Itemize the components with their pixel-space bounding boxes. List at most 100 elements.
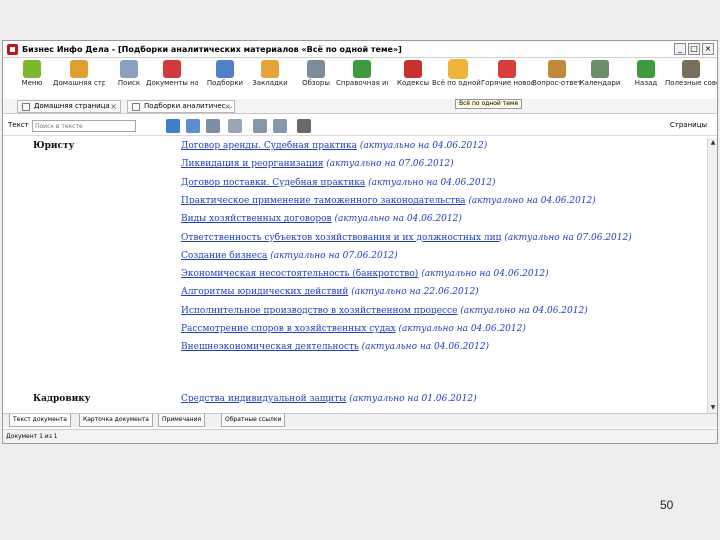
tab-close-icon[interactable]: × <box>110 101 117 112</box>
list-item: Средства индивидуальной защиты (актуальн… <box>181 394 477 404</box>
useful-tips-icon <box>682 60 700 78</box>
scroll-up-icon[interactable]: ▲ <box>709 139 717 147</box>
tab-home[interactable]: Домашняя страница × <box>17 100 121 113</box>
question-answer-icon <box>548 60 566 78</box>
print-icon[interactable] <box>206 119 220 133</box>
tab-backlinks[interactable]: Обратные ссылки <box>221 414 286 427</box>
tab-close-icon[interactable]: × <box>224 101 231 112</box>
documents-control-icon <box>163 60 181 78</box>
document-tabs: Домашняя страница × Подборки аналитичес.… <box>3 99 717 114</box>
list-item: Ликвидация и реорганизация (актуально на… <box>181 159 454 169</box>
toolbar-button-label: Горячие новости <box>481 79 533 87</box>
topic-link[interactable]: Средства индивидуальной защиты <box>181 394 346 404</box>
tab-notes[interactable]: Примечания <box>158 414 206 427</box>
search-bar: Текст Страницы <box>3 116 717 136</box>
toolbar-button-useful-tips[interactable]: Полезные советы <box>665 60 717 87</box>
topic-link[interactable]: Виды хозяйственных договоров <box>181 214 332 224</box>
tab-document-text[interactable]: Текст документа <box>9 414 71 427</box>
maximize-button[interactable]: □ <box>688 43 700 55</box>
actuality-date: (актуально на 07.06.2012) <box>270 250 398 261</box>
topic-link[interactable]: Рассмотрение споров в хозяйственных суда… <box>181 324 396 334</box>
toolbar-button-reference-info[interactable]: Справочная информация <box>336 60 388 87</box>
find-icon[interactable] <box>166 119 180 133</box>
tab-document-card[interactable]: Карточка документа <box>79 414 153 427</box>
reviews-icon <box>307 60 325 78</box>
topic-link[interactable]: Ответственность субъектов хозяйствования… <box>181 233 501 243</box>
category-heading: Кадровику <box>33 393 91 404</box>
actuality-date: (актуально на 04.06.2012) <box>468 195 596 206</box>
app-logo-icon <box>7 43 18 55</box>
topic-link[interactable]: Практическое применение таможенного зако… <box>181 196 466 206</box>
save-icon[interactable] <box>228 119 242 133</box>
main-toolbar: МенюДомашняя страницаПоискДокументы на к… <box>3 58 717 101</box>
home-icon <box>70 60 88 78</box>
toolbar-button-label: Полезные советы <box>665 79 717 87</box>
close-button[interactable]: × <box>702 43 714 55</box>
topic-link[interactable]: Исполнительное производство в хозяйствен… <box>181 306 457 316</box>
actuality-date: (актуально на 04.06.2012) <box>421 269 549 280</box>
actuality-date: (актуально на 04.06.2012) <box>334 214 462 225</box>
tab-label: Домашняя страница <box>34 102 110 110</box>
back-icon <box>637 60 655 78</box>
list-item: Виды хозяйственных договоров (актуально … <box>181 214 462 224</box>
topic-link[interactable]: Создание бизнеса <box>181 251 267 261</box>
actuality-date: (актуально на 07.06.2012) <box>326 159 454 170</box>
actuality-date: (актуально на 22.06.2012) <box>351 287 479 298</box>
toolbar-button-bookmarks[interactable]: Закладки <box>244 60 296 87</box>
calendar-icon <box>591 60 609 78</box>
toolbar-button-calendar[interactable]: Календари <box>574 60 626 87</box>
topic-link[interactable]: Алгоритмы юридических действий <box>181 287 348 297</box>
tab-collections[interactable]: Подборки аналитичес... × <box>127 100 235 113</box>
topic-link[interactable]: Договор аренды. Судебная практика <box>181 141 357 151</box>
list-item: Создание бизнеса (актуально на 07.06.201… <box>181 251 398 261</box>
codes-icon <box>404 60 422 78</box>
bookmarks-icon <box>261 60 279 78</box>
list-item: Экономическая несостоятельность (банкрот… <box>181 269 549 279</box>
list-item: Исполнительное производство в хозяйствен… <box>181 306 588 316</box>
page-icon <box>22 103 30 111</box>
title-bar: Бизнес Инфо Дела - [Подборки аналитическ… <box>3 41 717 58</box>
topic-link[interactable]: Договор поставки. Судебная практика <box>181 178 365 188</box>
toolbar-button-menu[interactable]: Меню <box>6 60 58 87</box>
zoom-in-icon[interactable] <box>253 119 267 133</box>
toolbar-button-hot-news[interactable]: Горячие новости <box>481 60 533 87</box>
list-item: Внешнеэкономическая деятельность (актуал… <box>181 342 489 352</box>
toolbar-button-label: Справочная информация <box>336 79 388 87</box>
toolbar-button-home[interactable]: Домашняя страница <box>53 60 105 87</box>
word-export-icon[interactable] <box>186 119 200 133</box>
topic-link[interactable]: Экономическая несостоятельность (банкрот… <box>181 269 418 279</box>
toolbar-button-documents-control[interactable]: Документы на контроле <box>146 60 198 87</box>
app-window: Бизнес Инфо Дела - [Подборки аналитическ… <box>2 40 718 444</box>
search-label: Текст <box>8 121 29 129</box>
document-content: Юристу Договор аренды. Судебная практика … <box>3 138 709 412</box>
toolbar-button-all-on-one-topic[interactable]: Всё по одной теме <box>432 59 484 87</box>
toolbar-button-reviews[interactable]: Обзоры <box>290 60 342 87</box>
topic-link[interactable]: Ликвидация и реорганизация <box>181 159 323 169</box>
slide-page-number: 50 <box>660 498 674 512</box>
list-item: Рассмотрение споров в хозяйственных суда… <box>181 324 526 334</box>
actuality-date: (актуально на 04.06.2012) <box>368 177 496 188</box>
toolbar-button-label: Обзоры <box>302 79 330 87</box>
actuality-date: (актуально на 01.06.2012) <box>349 393 477 404</box>
toolbar-button-label: Календари <box>579 79 621 87</box>
topic-link[interactable]: Внешнеэкономическая деятельность <box>181 342 359 352</box>
actuality-date: (актуально на 07.06.2012) <box>504 232 632 243</box>
tab-label: Подборки аналитичес... <box>144 102 233 110</box>
toolbar-button-label: Меню <box>21 79 43 87</box>
actuality-date: (актуально на 04.06.2012) <box>460 305 588 316</box>
structure-icon[interactable] <box>297 119 311 133</box>
actuality-date: (актуально на 04.06.2012) <box>359 141 488 151</box>
search-icon <box>120 60 138 78</box>
minimize-button[interactable]: _ <box>674 43 686 55</box>
zoom-out-icon[interactable] <box>273 119 287 133</box>
document-view-tabs: Текст документа Карточка документа Приме… <box>3 413 717 427</box>
window-title: Бизнес Инфо Дела - [Подборки аналитическ… <box>22 44 402 54</box>
toolbar-button-label: Всё по одной теме <box>432 79 484 87</box>
list-item: Ответственность субъектов хозяйствования… <box>181 233 632 243</box>
window-controls: _ □ × <box>674 43 714 55</box>
list-item: Практическое применение таможенного зако… <box>181 196 596 206</box>
status-bar: Документ 1 из 1 <box>3 429 717 443</box>
scroll-down-icon[interactable]: ▼ <box>709 404 717 412</box>
vertical-scrollbar[interactable]: ▲ ▼ <box>707 138 717 413</box>
search-input[interactable] <box>32 120 136 132</box>
